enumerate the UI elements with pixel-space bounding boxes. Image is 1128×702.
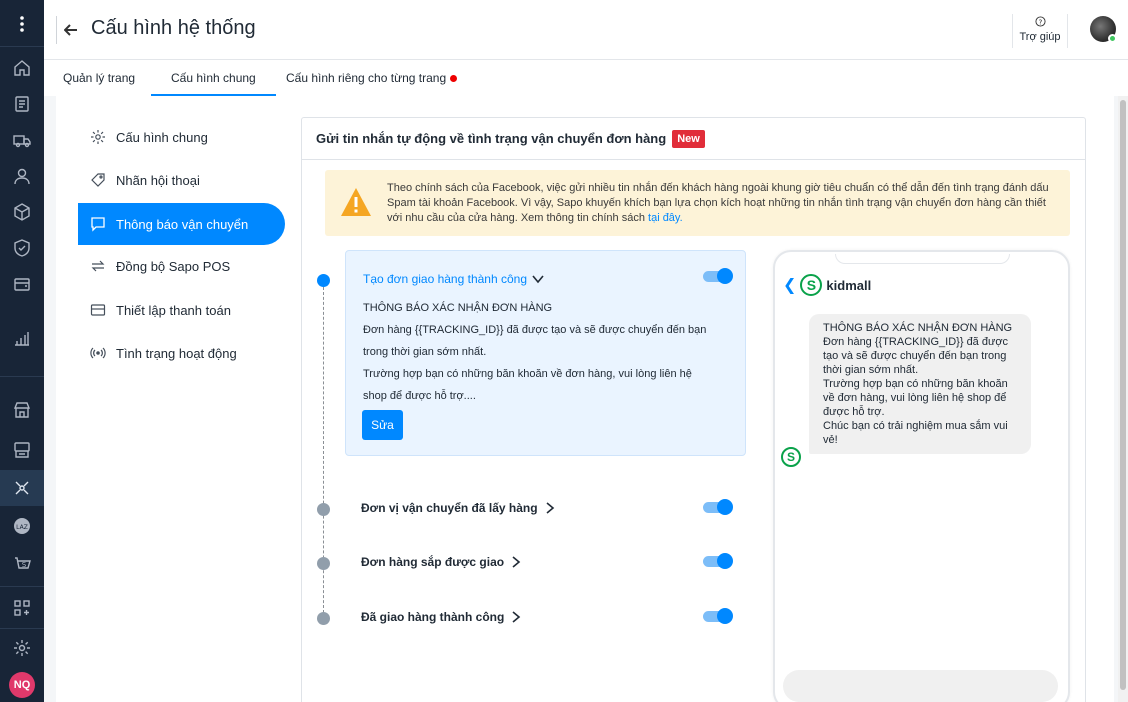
tag-icon [91,173,105,187]
chat-input-bar[interactable] [783,670,1058,702]
store-icon[interactable] [0,392,44,428]
back-arrow-icon[interactable] [56,16,84,44]
menu-item-shipping-notifications[interactable]: Thông báo vận chuyển [78,203,285,245]
timeline-dot-active [317,274,330,287]
signal-icon [90,347,106,359]
tab-general-config[interactable]: Cấu hình chung [151,60,276,96]
lazada-icon[interactable]: LAZ [0,508,44,544]
home-icon[interactable] [0,50,44,86]
toggle-carrier-picked-up[interactable] [703,499,733,515]
more-menu-icon[interactable] [0,6,44,42]
social-channel-icon[interactable] [0,470,44,506]
edit-button[interactable]: Sửa [362,410,403,440]
svg-text:LAZ: LAZ [16,524,28,531]
products-icon[interactable] [0,194,44,230]
gear-icon [91,130,105,144]
message-bubble: THÔNG BÁO XÁC NHẬN ĐƠN HÀNG Đơn hàng {{T… [809,314,1031,454]
step-delivered[interactable]: Đã giao hàng thành công [361,610,522,624]
timeline-dot [317,557,330,570]
new-badge: New [672,129,705,148]
help-label: Trợ giúp [1019,31,1061,43]
reports-icon[interactable] [0,320,44,356]
card-icon [90,304,106,316]
chevron-right-icon [546,502,554,514]
step-out-for-delivery[interactable]: Đơn hàng sắp được giao [361,555,522,569]
help-button[interactable]: ? Trợ giúp [1012,14,1068,48]
sync-icon [91,260,105,272]
step-carrier-picked-up[interactable]: Đơn vị vận chuyển đã lấy hàng [361,501,556,515]
shield-icon[interactable] [0,230,44,266]
chevron-right-icon [512,556,521,568]
shipping-icon[interactable] [0,122,44,158]
shopee-icon[interactable]: S [0,546,44,582]
help-icon: ? [1013,14,1067,31]
menu-item-conversation-tags[interactable]: Nhãn hội thoại [78,159,285,201]
page-logo: S [800,274,823,296]
customers-icon[interactable] [0,158,44,194]
bubble-text: THÔNG BÁO XÁC NHẬN ĐƠN HÀNG Đơn hàng {{T… [823,322,1013,446]
page-name: kidmall [826,277,872,293]
left-rail: LAZ S NQ [0,0,44,702]
chevron-down-icon [532,275,544,284]
pos-icon[interactable] [0,432,44,468]
tab-page-management[interactable]: Quản lý trang [63,60,135,96]
toggle-order-created[interactable] [703,268,733,284]
timeline-dot [317,612,330,625]
wallet-icon[interactable] [0,266,44,302]
policy-link[interactable]: tại đây. [648,212,683,224]
scrollbar[interactable] [1118,96,1128,702]
warning-text: Theo chính sách của Facebook, việc gửi n… [387,182,1049,224]
menu-item-sapo-pos-sync[interactable]: Đồng bộ Sapo POS [78,245,285,287]
page-header: Cấu hình hệ thống ? Trợ giúp [44,0,1128,60]
svg-text:?: ? [1038,17,1042,26]
sender-avatar: S [781,447,801,467]
user-initials-avatar[interactable]: NQ [9,672,35,698]
panel-header: Gửi tin nhắn tự động về tình trạng vận c… [302,118,1085,160]
chevron-left-icon[interactable]: ❮ [783,275,796,295]
active-step-card: Tạo đơn giao hàng thành công THÔNG BÁO X… [345,250,746,456]
tab-per-page-config[interactable]: Cấu hình riêng cho từng trang [286,60,458,96]
phone-preview: ❮ S kidmall THÔNG BÁO XÁC NHẬN ĐƠN HÀNG … [773,250,1070,702]
step-title-order-created[interactable]: Tạo đơn giao hàng thành công [363,272,545,286]
toggle-out-for-delivery[interactable] [703,553,733,569]
user-avatar[interactable] [1090,16,1117,43]
settings-gear-icon[interactable] [0,630,44,666]
chat-header: ❮ S kidmall [783,274,871,296]
menu-item-general-config[interactable]: Cấu hình chung [78,116,285,158]
policy-warning: Theo chính sách của Facebook, việc gửi n… [325,170,1070,236]
toggle-delivered[interactable] [703,608,733,624]
notification-dot [450,75,458,83]
chevron-right-icon [512,611,521,623]
menu-item-payment-setup[interactable]: Thiết lập thanh toán [78,289,285,331]
timeline-dot [317,503,330,516]
svg-text:S: S [22,561,27,569]
step-message-preview: THÔNG BÁO XÁC NHẬN ĐƠN HÀNG Đơn hàng {{T… [363,302,707,402]
page-title: Cấu hình hệ thống [91,17,256,39]
online-status-dot [1108,34,1117,43]
panel-title: Gửi tin nhắn tự động về tình trạng vận c… [316,131,667,146]
apps-icon[interactable] [0,590,44,626]
tab-bar: Quản lý trang Cấu hình chung Cấu hình ri… [44,60,1128,96]
phone-notch [835,254,1010,264]
orders-icon[interactable] [0,86,44,122]
message-icon [91,217,105,232]
warning-icon [341,188,371,216]
menu-item-activity-status[interactable]: Tình trạng hoạt động [78,332,285,374]
